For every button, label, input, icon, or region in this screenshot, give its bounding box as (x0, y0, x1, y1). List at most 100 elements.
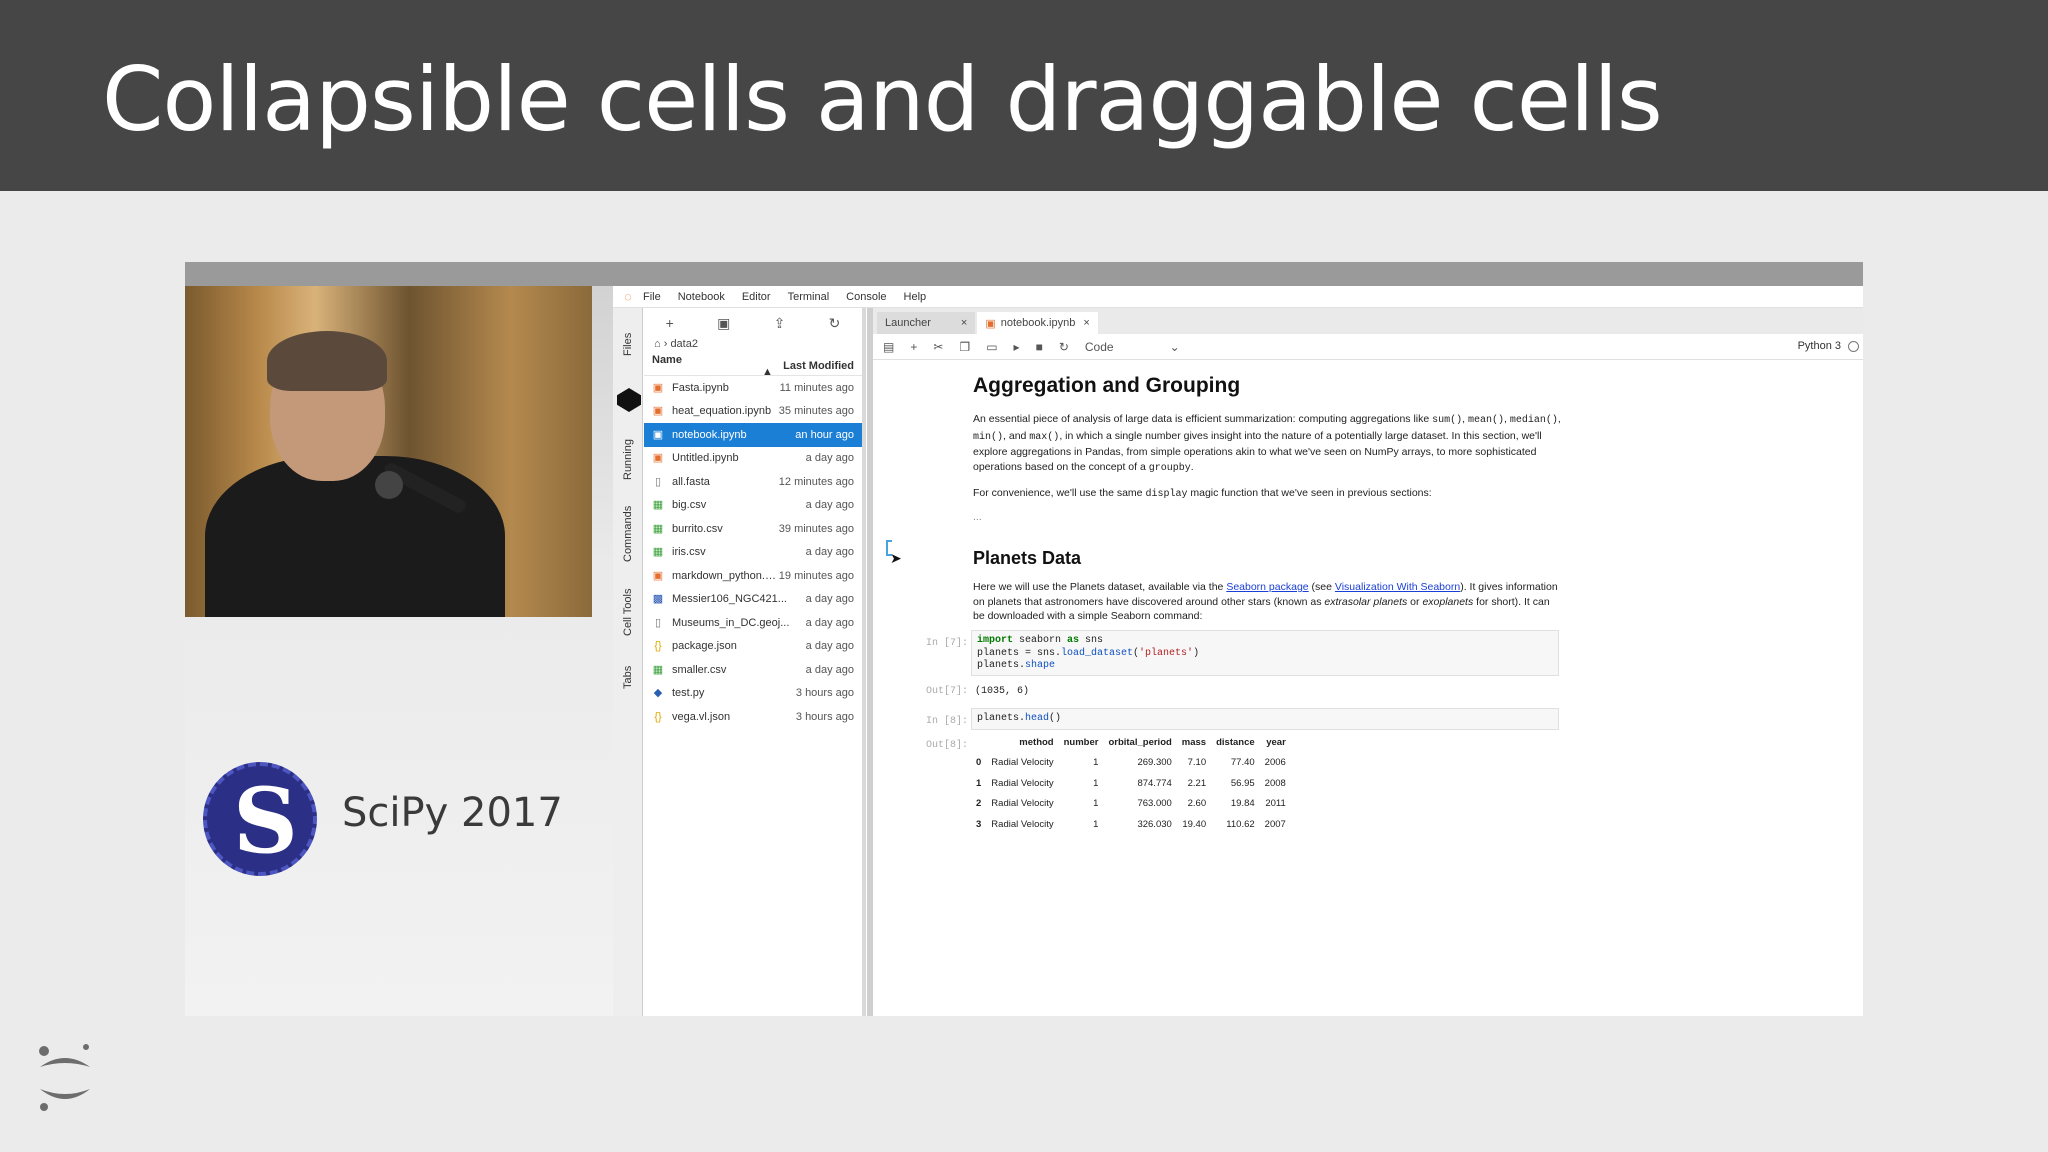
link-seaborn-package[interactable]: Seaborn package (1226, 581, 1308, 593)
file-row[interactable]: ▣ markdown_python.md 19 minutes ago (644, 564, 862, 588)
menu-bar: ◌ File Notebook Editor Terminal Console … (613, 286, 1863, 308)
table-cell: 874.774 (1137, 777, 1172, 789)
tab-files[interactable]: Files (613, 314, 643, 374)
paragraph-display: For convenience, we'll use the same disp… (973, 487, 1432, 500)
menu-notebook[interactable]: Notebook (678, 291, 725, 303)
upload-icon[interactable]: ⇪ (774, 315, 786, 332)
stop-icon[interactable]: ■ (1036, 340, 1043, 354)
menu-help[interactable]: Help (904, 291, 927, 303)
paragraph-intro: An essential piece of analysis of large … (973, 413, 1561, 474)
sort-up-icon: ▲ (762, 365, 773, 378)
collapsed-ellipsis[interactable]: ... (973, 510, 1563, 525)
refresh-icon[interactable]: ↻ (829, 315, 841, 332)
heading-planets: Planets Data (973, 548, 1082, 568)
insert-cell-icon[interactable]: + (910, 340, 917, 354)
input-prompt: In [7]: (925, 638, 968, 649)
tab-running[interactable]: Running (613, 426, 643, 494)
code-cell-8[interactable]: planets.head() (971, 708, 1559, 730)
table-cell: 1 (1093, 818, 1099, 830)
file-list: ▣ Fasta.ipynb 11 minutes ago ▣ heat_equation… (644, 376, 862, 729)
file-row[interactable]: ▯ all.fasta 12 minutes ago (644, 470, 862, 494)
file-row[interactable]: {} vega.vl.json 3 hours ago (644, 705, 862, 729)
mouse-cursor-icon: ➤ (890, 550, 902, 566)
table-cell: Radial Velocity (991, 757, 1054, 769)
table-cell: 19.84 (1230, 798, 1255, 810)
table-cell: 763.000 (1137, 798, 1172, 810)
file-row[interactable]: ▯ Museums_in_DC.geoj... a day ago (644, 611, 862, 635)
file-row[interactable]: ▣ Untitled.ipynb a day ago (644, 447, 862, 471)
table-row: 3 Radial Velocity 1 326.030 19.40 110.62 2007 (971, 814, 1291, 835)
jupyter-logo-icon: ◌ (624, 289, 632, 304)
menu-editor[interactable]: Editor (742, 291, 771, 303)
breadcrumb-folder[interactable]: data2 (670, 338, 698, 350)
tab-cell-tools[interactable]: Cell Tools (613, 574, 643, 650)
file-modified: 3 hours ago (795, 710, 854, 723)
video-top-band (185, 262, 1863, 286)
close-icon[interactable]: × (1083, 317, 1089, 329)
paste-icon[interactable]: ▭ (986, 340, 997, 354)
json-icon: {} (654, 710, 662, 723)
file-modified: a day ago (805, 452, 854, 465)
file-modified: 3 hours ago (795, 687, 854, 700)
json-icon: {} (654, 640, 662, 653)
file-row[interactable]: ▦ iris.csv a day ago (644, 541, 862, 565)
file-row[interactable]: ▣ notebook.ipynb an hour ago (644, 423, 862, 447)
output-7: (1035, 6) (975, 686, 1030, 697)
left-sidebar-tabs: Files Running Commands Cell Tools Tabs (613, 308, 643, 1016)
tab-commands[interactable]: Commands (613, 494, 643, 574)
file-modified: a day ago (805, 616, 854, 629)
new-launcher-icon[interactable]: + (666, 315, 674, 331)
file-row[interactable]: ▦ burrito.csv 39 minutes ago (644, 517, 862, 541)
file-name: notebook.ipynb (672, 428, 747, 441)
new-folder-icon[interactable]: ▣ (717, 315, 730, 332)
document-tabbar: Launcher × ▣ notebook.ipynb × (873, 308, 1863, 334)
file-row[interactable]: ▦ smaller.csv a day ago (644, 658, 862, 682)
file-name: Untitled.ipynb (672, 452, 739, 465)
home-icon[interactable]: ⌂ (654, 338, 661, 350)
table-cell: 77.40 (1230, 757, 1255, 769)
file-modified: 39 minutes ago (778, 522, 854, 535)
file-row[interactable]: ▣ Fasta.ipynb 11 minutes ago (644, 376, 862, 400)
extension-icon[interactable] (617, 388, 641, 412)
run-icon[interactable]: ▸ (1014, 340, 1020, 354)
menu-terminal[interactable]: Terminal (788, 291, 830, 303)
notebook-icon: ▣ (652, 381, 664, 394)
file-row[interactable]: {} package.json a day ago (644, 635, 862, 659)
restart-icon[interactable]: ↻ (1059, 340, 1069, 354)
table-cell: 56.95 (1230, 777, 1255, 789)
tab-tabs[interactable]: Tabs (613, 650, 643, 704)
table-row: 0 Radial Velocity 1 269.300 7.10 77.40 2006 (971, 753, 1291, 774)
menu-file[interactable]: File (643, 291, 661, 303)
copy-icon[interactable]: ❐ (959, 340, 970, 354)
file-name: iris.csv (672, 546, 706, 559)
file-modified: a day ago (805, 640, 854, 653)
spreadsheet-icon: ▦ (652, 522, 664, 535)
code-cell-7[interactable]: import seaborn as sns planets = sns.load… (971, 630, 1559, 676)
link-visualization-seaborn[interactable]: Visualization With Seaborn (1335, 581, 1460, 593)
file-row[interactable]: ▣ heat_equation.ipynb 35 minutes ago (644, 400, 862, 424)
file-modified: 12 minutes ago (778, 475, 854, 488)
table-header-row: method number orbital_period mass distance ye… (971, 732, 1291, 753)
main-dock-area: Launcher × ▣ notebook.ipynb × ▤ + ✂ ❐ ▭ ▸ … (867, 308, 1863, 1016)
file-row[interactable]: ▩ Messier106_NGC421... a day ago (644, 588, 862, 612)
tab-notebook[interactable]: ▣ notebook.ipynb × (977, 312, 1098, 334)
file-row[interactable]: ▦ big.csv a day ago (644, 494, 862, 518)
chevron-down-icon[interactable]: ⌄ (1170, 340, 1180, 354)
video-frame: S SciPy 2017 ◌ File Notebook Editor Term… (185, 262, 1863, 1016)
close-icon[interactable]: × (961, 317, 967, 329)
speaker-body (205, 456, 505, 617)
save-icon[interactable]: ▤ (883, 340, 894, 354)
table-column-header: year (1266, 736, 1286, 748)
cut-icon[interactable]: ✂ (933, 340, 943, 354)
image-icon: ▩ (652, 593, 664, 606)
column-last-modified[interactable]: Last Modified (783, 360, 854, 372)
cell-type-select[interactable]: Code (1085, 340, 1114, 354)
column-name[interactable]: Name ▲ (652, 354, 783, 378)
scipy-logo-icon: S (203, 762, 317, 876)
kernel-status-icon (1848, 341, 1859, 352)
file-name: markdown_python.md (672, 569, 779, 582)
kernel-name[interactable]: Python 3 (1798, 340, 1841, 352)
menu-console[interactable]: Console (846, 291, 886, 303)
file-row[interactable]: ◆ test.py 3 hours ago (644, 682, 862, 706)
tab-launcher[interactable]: Launcher × (877, 312, 976, 334)
